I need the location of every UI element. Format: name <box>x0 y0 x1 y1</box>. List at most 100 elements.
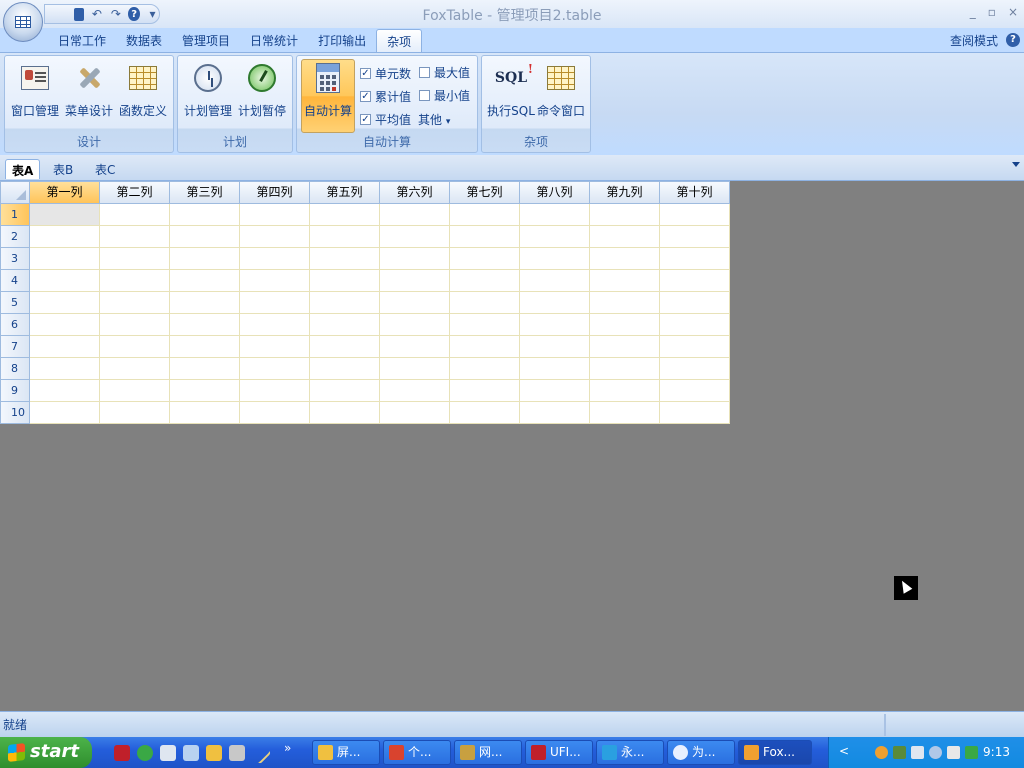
chevron-down-icon[interactable] <box>1012 162 1020 167</box>
grid-cell[interactable] <box>240 292 310 314</box>
checkbox-maximum[interactable]: 最大值 <box>419 64 470 81</box>
grid-cell[interactable] <box>450 248 520 270</box>
grid-cell[interactable] <box>100 226 170 248</box>
grid-cell[interactable] <box>380 292 450 314</box>
row-header[interactable]: 9 <box>1 380 30 402</box>
grid-cell[interactable] <box>660 248 730 270</box>
grid-cell[interactable] <box>100 314 170 336</box>
grid-cell[interactable] <box>660 292 730 314</box>
grid-cell[interactable] <box>380 380 450 402</box>
grid-cell[interactable] <box>660 380 730 402</box>
grid-cell[interactable] <box>100 270 170 292</box>
grid-cell[interactable] <box>450 380 520 402</box>
row-header[interactable]: 2 <box>1 226 30 248</box>
grid-cell[interactable] <box>30 402 100 424</box>
sheet-tab-a[interactable]: 表A <box>5 159 41 179</box>
grid-cell[interactable] <box>240 358 310 380</box>
grid-cell[interactable] <box>310 314 380 336</box>
grid-cell[interactable] <box>380 248 450 270</box>
column-header[interactable]: 第七列 <box>450 182 520 204</box>
column-header[interactable]: 第二列 <box>100 182 170 204</box>
tab-daily-stats[interactable]: 日常统计 <box>240 29 308 52</box>
tray-app-icon[interactable] <box>875 746 888 759</box>
column-header[interactable]: 第五列 <box>310 182 380 204</box>
grid-cell[interactable] <box>380 358 450 380</box>
tab-misc[interactable]: 杂项 <box>376 29 423 52</box>
checkbox-minimum[interactable]: 最小值 <box>419 87 470 104</box>
grid-cell[interactable] <box>100 336 170 358</box>
grid-cell[interactable] <box>590 402 660 424</box>
plan-manage-button[interactable]: 计划管理 <box>181 60 235 130</box>
browser-icon[interactable] <box>137 745 153 761</box>
row-header[interactable]: 4 <box>1 270 30 292</box>
restore-button[interactable]: ▫ <box>988 5 996 19</box>
grid-cell[interactable] <box>170 358 240 380</box>
tab-daily-work[interactable]: 日常工作 <box>48 29 116 52</box>
grid-cell[interactable] <box>310 380 380 402</box>
checkbox-cell-count[interactable]: ✓ 单元数 <box>360 65 411 82</box>
grid-cell[interactable] <box>520 358 590 380</box>
grid-cell[interactable] <box>30 248 100 270</box>
grid-cell[interactable] <box>660 358 730 380</box>
tab-manage-project[interactable]: 管理项目 <box>172 29 240 52</box>
grid-cell[interactable] <box>30 380 100 402</box>
grid-cell[interactable] <box>520 226 590 248</box>
minimize-button[interactable]: _ <box>970 5 976 19</box>
checkbox-average[interactable]: ✓ 平均值 <box>360 111 411 128</box>
grid-cell[interactable] <box>310 270 380 292</box>
grid-cell[interactable] <box>590 204 660 226</box>
menu-design-button[interactable]: 菜单设计 <box>62 60 116 130</box>
grid-cell[interactable] <box>30 292 100 314</box>
tray-app-icon[interactable] <box>893 746 906 759</box>
grid-cell[interactable] <box>520 314 590 336</box>
grid-cell[interactable] <box>450 204 520 226</box>
grid-cell[interactable] <box>590 226 660 248</box>
column-header[interactable]: 第三列 <box>170 182 240 204</box>
grid-cell[interactable] <box>100 248 170 270</box>
grid-cell[interactable] <box>660 402 730 424</box>
grid-cell[interactable] <box>590 336 660 358</box>
window-manage-button[interactable]: 窗口管理 <box>8 60 62 130</box>
grid-cell[interactable] <box>520 204 590 226</box>
grid-cell[interactable] <box>240 380 310 402</box>
command-window-button[interactable]: 命令窗口 <box>534 60 588 130</box>
close-button[interactable]: × <box>1008 5 1018 19</box>
column-header[interactable]: 第八列 <box>520 182 590 204</box>
checkbox-cumulative[interactable]: ✓ 累计值 <box>360 88 411 105</box>
row-header[interactable]: 8 <box>1 358 30 380</box>
grid-cell[interactable] <box>380 270 450 292</box>
autocalc-button[interactable]: 自动计算 <box>301 59 355 133</box>
grid-cell[interactable] <box>520 336 590 358</box>
grid-cell[interactable] <box>520 270 590 292</box>
grid-cell[interactable] <box>380 336 450 358</box>
others-dropdown[interactable]: 其他 ▾ <box>418 111 450 128</box>
column-header[interactable]: 第六列 <box>380 182 450 204</box>
grid-cell[interactable] <box>590 380 660 402</box>
function-define-button[interactable]: 函数定义 <box>116 60 170 130</box>
grid-cell[interactable] <box>310 402 380 424</box>
grid-cell[interactable] <box>170 270 240 292</box>
grid-cell[interactable] <box>240 402 310 424</box>
grid-cell[interactable] <box>30 314 100 336</box>
grid-cell[interactable] <box>100 380 170 402</box>
grid-cell[interactable] <box>450 292 520 314</box>
grid-cell[interactable] <box>170 402 240 424</box>
column-header[interactable]: 第一列 <box>30 182 100 204</box>
grid-cell[interactable] <box>380 402 450 424</box>
grid-cell[interactable] <box>450 226 520 248</box>
grid-cell[interactable] <box>310 336 380 358</box>
tray-app-icon[interactable] <box>929 746 942 759</box>
grid-cell[interactable] <box>170 226 240 248</box>
grid-cell[interactable] <box>520 292 590 314</box>
grid-cell[interactable] <box>450 402 520 424</box>
grid-cell[interactable] <box>450 358 520 380</box>
execute-sql-button[interactable]: SQL! 执行SQL <box>484 60 538 130</box>
sheet-tab-c[interactable]: 表C <box>89 159 121 179</box>
row-header[interactable]: 5 <box>1 292 30 314</box>
grid-app-icon[interactable] <box>160 745 176 761</box>
network-icon[interactable] <box>911 746 924 759</box>
row-header[interactable]: 10 <box>1 402 30 424</box>
grid-cell[interactable] <box>310 204 380 226</box>
tab-data-table[interactable]: 数据表 <box>116 29 172 52</box>
data-grid[interactable]: 第一列 第二列 第三列 第四列 第五列 第六列 第七列 第八列 第九列 第十列 123456789… <box>0 181 730 424</box>
